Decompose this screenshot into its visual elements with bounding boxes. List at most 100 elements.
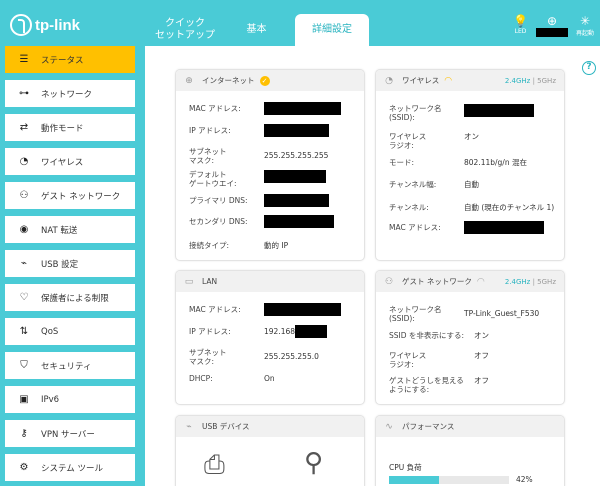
sidebar-item-label: 保護者による制限 xyxy=(41,293,109,304)
sidebar-item-system-tools[interactable]: ⚙ システム ツール xyxy=(5,454,135,481)
sidebar-item-status[interactable]: ☰ ステータス xyxy=(5,46,135,73)
band-5ghz[interactable]: 5GHz xyxy=(537,278,556,286)
internet-dns2-label: セカンダリ DNS: xyxy=(189,217,248,226)
cpu-label: CPU 負荷 xyxy=(389,463,422,472)
internet-subnet-label: サブネット マスク: xyxy=(189,147,227,165)
guest-users-icon: ⚇ xyxy=(19,190,29,201)
band-sep: | xyxy=(532,76,535,85)
sidebar-item-label: NAT 転送 xyxy=(41,225,78,236)
network-icon: ⊶ xyxy=(19,88,29,99)
redacted-value xyxy=(264,102,341,115)
redacted-value xyxy=(464,104,534,117)
internet-conn-row: 接続タイプ: 動的 IP xyxy=(189,241,288,250)
internet-mac-row: MAC アドレス: xyxy=(189,102,341,115)
cloud-download-icon: ⊕ xyxy=(546,14,558,28)
sidebar-item-ipv6[interactable]: ▣ IPv6 xyxy=(5,386,135,413)
sidebar-item-label: VPN サーバー xyxy=(41,429,95,440)
wireless-title: ワイヤレス xyxy=(402,76,440,85)
guest-network-card: ⚇ ゲスト ネットワーク ◠ 2.4GHz | 5GHz ネットワーク名 (SS… xyxy=(375,270,565,405)
tp-link-logo: tp-link xyxy=(10,14,80,36)
band-5ghz[interactable]: 5GHz xyxy=(537,77,556,85)
account-button[interactable]: ⊕ xyxy=(535,14,568,37)
lan-title: LAN xyxy=(202,277,218,286)
wireless-ssid-label: ネットワーク名 (SSID): xyxy=(389,104,442,122)
usb-icon: ⌁ xyxy=(20,258,28,269)
sidebar-item-usb[interactable]: ⌁ USB 設定 xyxy=(5,250,135,277)
lan-dhcp-label: DHCP: xyxy=(189,374,213,383)
help-button[interactable]: ? xyxy=(582,61,596,75)
wireless-width-row: チャンネル幅: 自動 xyxy=(389,180,479,189)
usb-plug-icon: ⌁ xyxy=(186,421,192,432)
sidebar-item-network[interactable]: ⊶ ネットワーク xyxy=(5,80,135,107)
band-24ghz[interactable]: 2.4GHz xyxy=(505,278,531,286)
sidebar-item-nat[interactable]: ◉ NAT 転送 xyxy=(5,216,135,243)
sidebar-item-label: ステータス xyxy=(41,55,84,66)
heart-icon: ♡ xyxy=(19,292,29,303)
guest-ssid-value: TP-Link_Guest_F530 xyxy=(464,309,540,318)
usb-storage-icon[interactable]: ⚲ xyxy=(304,448,323,478)
guest-hide-row: SSID を非表示にする: オン xyxy=(389,331,489,340)
wireless-mac-label: MAC アドレス: xyxy=(389,223,441,232)
led-button[interactable]: 💡 LED xyxy=(513,14,528,35)
lan-ip-label: IP アドレス: xyxy=(189,327,231,336)
cpu-load-value: 42% xyxy=(516,475,533,484)
redacted-value xyxy=(464,221,544,234)
guest-band-switch[interactable]: 2.4GHz | 5GHz xyxy=(505,278,556,286)
internet-gateway-row: デフォルト ゲートウエイ: xyxy=(189,170,326,188)
internet-dns2-row: セカンダリ DNS: xyxy=(189,215,334,228)
lan-dhcp-value: On xyxy=(264,374,275,383)
tab-quick-setup[interactable]: クイック セットアップ xyxy=(150,14,220,46)
redacted-value xyxy=(264,194,329,207)
sidebar-item-guest-network[interactable]: ⚇ ゲスト ネットワーク xyxy=(5,182,135,209)
performance-chart-icon: ∿ xyxy=(385,421,393,432)
sidebar-item-label: ネットワーク xyxy=(41,89,93,100)
sidebar-item-label: ゲスト ネットワーク xyxy=(41,191,121,202)
wireless-mode-value: 802.11b/g/n 混在 xyxy=(464,158,527,167)
tab-advanced[interactable]: 詳細設定 xyxy=(295,14,369,46)
wifi-signal-icon: ◠ xyxy=(476,276,485,287)
wireless-band-switch[interactable]: 2.4GHz | 5GHz xyxy=(505,77,556,85)
tab-advanced-label: 詳細設定 xyxy=(312,24,352,35)
lan-card-header: ▭ LAN xyxy=(176,271,364,292)
wireless-mode-row: モード: 802.11b/g/n 混在 xyxy=(389,158,527,167)
usb-devices-card: ⌁ USB デバイス ⎙ ⚲ xyxy=(175,415,365,486)
nat-icon: ◉ xyxy=(19,224,29,235)
internet-dns1-label: プライマリ DNS: xyxy=(189,196,248,205)
performance-card: ∿ パフォーマンス CPU 負荷 42% xyxy=(375,415,565,486)
internet-dns1-row: プライマリ DNS: xyxy=(189,194,329,207)
internet-subnet-row: サブネット マスク: 255.255.255.255 xyxy=(189,147,328,165)
lan-port-icon: ▭ xyxy=(184,276,194,287)
cpu-load-bar xyxy=(389,476,509,484)
guest-see-label: ゲストどうしを見える ようにする: xyxy=(389,376,464,394)
wifi-signal-icon: ◠ xyxy=(444,75,453,86)
guest-radio-row: ワイヤレス ラジオ: オフ xyxy=(389,351,489,369)
sidebar-item-vpn[interactable]: ⚷ VPN サーバー xyxy=(5,420,135,447)
band-24ghz[interactable]: 2.4GHz xyxy=(505,77,531,85)
guest-radio-value: オフ xyxy=(474,351,489,360)
sidebar-item-security[interactable]: ⛉ セキュリティ xyxy=(5,352,135,379)
sidebar-item-qos[interactable]: ⇅ QoS xyxy=(5,318,135,345)
tab-basic[interactable]: 基本 xyxy=(220,14,293,46)
lan-dhcp-row: DHCP: On xyxy=(189,374,275,383)
reboot-button[interactable]: ✳ 再起動 xyxy=(576,14,594,37)
performance-card-header: ∿ パフォーマンス xyxy=(376,416,564,437)
vpn-key-icon: ⚷ xyxy=(20,428,28,439)
wireless-mac-row: MAC アドレス: xyxy=(389,221,544,234)
internet-subnet-value: 255.255.255.255 xyxy=(264,151,329,160)
printer-icon[interactable]: ⎙ xyxy=(204,450,225,481)
sidebar-item-wireless[interactable]: ◔ ワイヤレス xyxy=(5,148,135,175)
logo-text: tp-link xyxy=(35,16,80,34)
wireless-width-value: 自動 xyxy=(464,180,479,189)
sidebar-item-operation-mode[interactable]: ⇄ 動作モード xyxy=(5,114,135,141)
wireless-card: ◔ ワイヤレス ◠ 2.4GHz | 5GHz ネットワーク名 (SSID): … xyxy=(375,69,565,261)
internet-gateway-label: デフォルト ゲートウエイ: xyxy=(189,170,237,188)
lan-subnet-label: サブネット マスク: xyxy=(189,348,227,366)
internet-conn-label: 接続タイプ: xyxy=(189,241,230,250)
sidebar-item-label: セキュリティ xyxy=(41,361,92,372)
internet-title: インターネット xyxy=(202,76,255,85)
wireless-channel-value: 自動 (現在のチャンネル 1) xyxy=(464,203,555,212)
guest-ssid-label: ネットワーク名 (SSID): xyxy=(389,305,442,323)
status-icon: ☰ xyxy=(19,54,29,65)
header-icons: 💡 LED ⊕ ✳ 再起動 xyxy=(505,14,594,37)
sidebar-item-parental-controls[interactable]: ♡ 保護者による制限 xyxy=(5,284,135,311)
